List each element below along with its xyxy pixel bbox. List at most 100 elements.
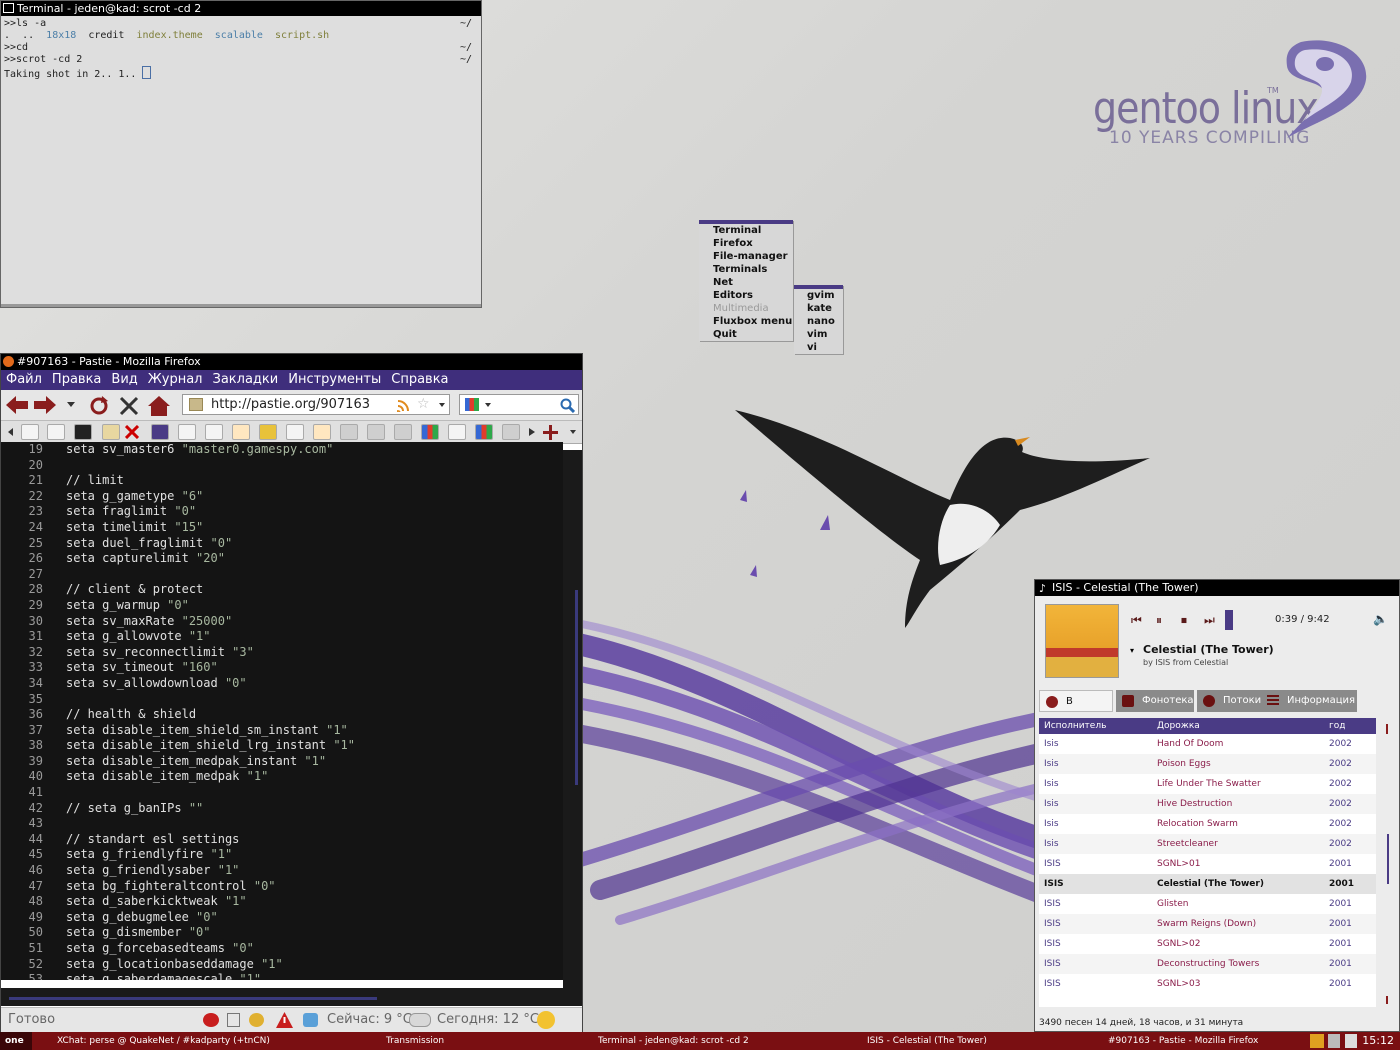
stop-icon[interactable]: ⏹ [1181,613,1187,628]
menu-view[interactable]: Вид [111,372,137,387]
google-engine-icon[interactable] [465,398,479,411]
terminal-resize-bar[interactable] [1,304,481,307]
bookmark-icon[interactable] [74,424,92,440]
bookmark-icon[interactable] [313,424,331,440]
bookmark-icon[interactable] [151,424,169,440]
weather-now[interactable]: Сейчас: 9 °C [327,1008,412,1032]
adblock-icon[interactable] [203,1013,219,1027]
pastie-code-view[interactable]: 19 seta sv_master6 "master0.gamespy.com" 2… [1,442,563,980]
google-bookmark-icon[interactable] [475,424,493,440]
terminal-window[interactable]: Terminal - jeden@kad: scrot -cd 2 >>ls -… [0,0,482,308]
back-icon[interactable] [6,396,28,414]
bookmark-icon[interactable] [232,424,250,440]
overflow-dropdown-icon[interactable] [570,430,576,435]
tray-network-icon[interactable] [1328,1034,1340,1048]
menu-tools[interactable]: Инструменты [288,372,381,387]
progress-slider[interactable] [1225,610,1233,630]
bookmark-icon[interactable] [340,424,358,440]
tab-info[interactable]: Информация [1261,690,1357,712]
submenu-item-vim[interactable]: vim [794,328,843,341]
tray-pidgin-icon[interactable] [1345,1034,1357,1048]
bookmark-icon[interactable] [448,424,466,440]
rss-icon[interactable] [397,399,411,412]
menu-item-file-manager[interactable]: File-manager [699,250,793,263]
task-terminal[interactable]: Terminal - jeden@kad: scrot -cd 2 [598,1032,749,1050]
firefox-titlebar[interactable]: #907163 - Pastie - Mozilla Firefox [1,354,582,370]
expand-icon[interactable]: ▾ [1130,646,1134,655]
add-icon[interactable] [543,425,558,440]
forward-icon[interactable] [34,396,56,414]
bookmark-icon[interactable] [286,424,304,440]
task-xchat[interactable]: XChat: perse @ QuakeNet / #kadparty (+tn… [57,1032,270,1050]
submenu-item-nano[interactable]: nano [794,315,843,328]
playlist-row[interactable]: Isis Life Under The Swatter 2002 [1039,774,1376,794]
playlist-row[interactable]: Isis Hive Destruction 2002 [1039,794,1376,814]
col-artist[interactable]: Исполнитель [1044,718,1106,734]
imdb-bookmark-icon[interactable] [259,424,277,440]
menu-bookmarks[interactable]: Закладки [213,372,279,387]
pause-icon[interactable]: ⏸ [1156,613,1162,628]
menu-item-fluxbox-menu[interactable]: Fluxbox menu [699,315,793,328]
playlist-row[interactable]: Isis Hand Of Doom 2002 [1039,734,1376,754]
playlist-row[interactable]: ISIS SGNL>01 2001 [1039,854,1376,874]
music-player-window[interactable]: ♪ ISIS - Celestial (The Tower) ⏮ ⏸ ⏹ ⏭ 0… [1034,579,1400,1032]
previous-track-icon[interactable]: ⏮ [1131,613,1142,628]
search-box[interactable] [459,394,579,415]
playlist-scrollbar[interactable] [1383,718,1391,1008]
playlist[interactable]: Isis Hand Of Doom 2002 Isis Poison Eggs 2002 I… [1039,734,1376,1007]
next-track-icon[interactable]: ⏭ [1204,613,1215,628]
vertical-scrollbar[interactable] [563,450,582,988]
terminal-titlebar[interactable]: Terminal - jeden@kad: scrot -cd 2 [1,1,481,16]
search-icon[interactable] [560,398,575,413]
submenu-item-gvim[interactable]: gvim [794,289,843,302]
playlist-row[interactable]: Isis Relocation Swarm 2002 [1039,814,1376,834]
playlist-row[interactable]: ISIS SGNL>02 2001 [1039,934,1376,954]
volume-icon[interactable]: 🔈 [1373,612,1388,626]
menu-item-multimedia[interactable]: Multimedia [699,302,793,315]
bookmark-icon[interactable] [367,424,385,440]
horizontal-scrollbar[interactable] [1,988,582,1006]
task-music-player[interactable]: ISIS - Celestial (The Tower) [867,1032,987,1050]
menu-item-editors[interactable]: Editors [699,289,793,302]
history-dropdown-icon[interactable] [67,402,75,408]
menu-item-firefox[interactable]: Firefox [699,237,793,250]
playlist-row[interactable]: ISIS Deconstructing Towers 2001 [1039,954,1376,974]
playlist-row[interactable]: Isis Poison Eggs 2002 [1039,754,1376,774]
engine-dropdown-icon[interactable] [485,403,491,408]
menu-edit[interactable]: Правка [52,372,101,387]
menu-help[interactable]: Справка [391,372,448,387]
scroll-left-icon[interactable] [8,428,13,436]
playlist-row-current[interactable]: ISIS Celestial (The Tower) 2001 [1039,874,1376,894]
google-bookmark-icon[interactable] [421,424,439,440]
menu-file[interactable]: Файл [6,372,42,387]
submenu-item-kate[interactable]: kate [794,302,843,315]
warning-icon[interactable] [276,1012,293,1028]
firefox-window[interactable]: #907163 - Pastie - Mozilla Firefox Файл П… [0,353,583,1033]
clock[interactable]: 15:12 [1362,1032,1394,1050]
scrollbar-thumb[interactable] [9,997,377,1000]
bookmark-icon[interactable] [102,424,120,440]
page-icon[interactable] [227,1013,240,1027]
tab-library[interactable]: Фонотека [1116,690,1194,712]
playlist-row[interactable]: ISIS SGNL>03 2001 [1039,974,1376,994]
scroll-right-icon[interactable] [529,428,535,436]
bookmark-icon[interactable] [178,424,196,440]
url-bar[interactable]: http://pastie.org/907163 ☆ [182,394,450,415]
tray-tools-icon[interactable] [1310,1034,1324,1048]
col-track[interactable]: Дорожка [1157,718,1200,734]
bookmark-icon[interactable] [502,424,520,440]
menu-item-net[interactable]: Net [699,276,793,289]
playlist-row[interactable]: ISIS Glisten 2001 [1039,894,1376,914]
menu-item-terminal[interactable]: Terminal [699,224,793,237]
workspace-name[interactable]: one [0,1032,32,1050]
url-dropdown-icon[interactable] [439,403,445,408]
playlist-row[interactable]: ISIS Swarm Reigns (Down) 2001 [1039,914,1376,934]
submenu-item-vi[interactable]: vi [794,341,843,354]
menu-item-quit[interactable]: Quit [699,328,793,341]
stop-icon[interactable] [119,396,139,416]
terminal-output[interactable]: >>ls -a ~/ . .. 18x18 credit index.theme … [1,16,481,80]
network-icon[interactable] [303,1013,318,1027]
task-transmission[interactable]: Transmission [386,1032,444,1050]
tab-streams[interactable]: Потоки [1197,690,1269,712]
bookmark-icon[interactable] [21,424,39,440]
